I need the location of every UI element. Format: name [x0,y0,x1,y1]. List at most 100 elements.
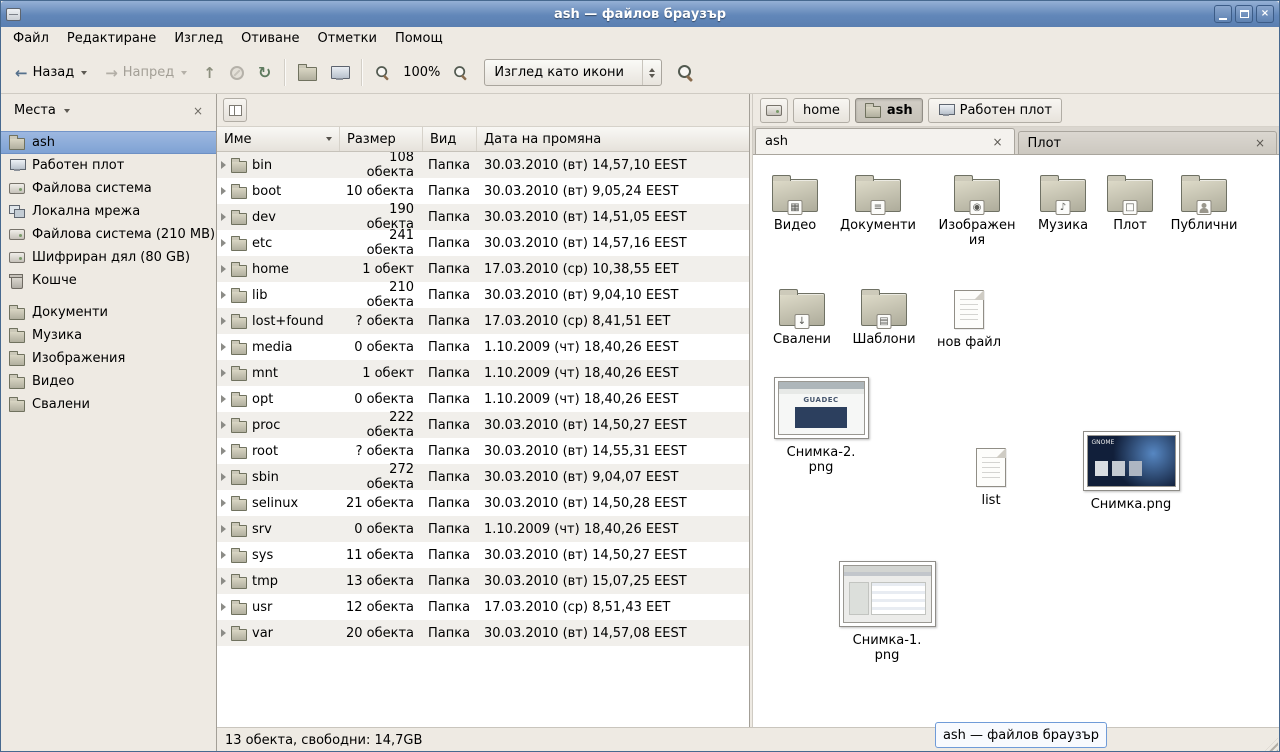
table-row[interactable]: var20 обектаПапка30.03.2010 (вт) 14,57,0… [217,620,749,646]
sidebar-item[interactable]: Документи [1,301,216,324]
expander-icon[interactable] [221,499,226,507]
sidebar-item[interactable]: Локална мрежа [1,200,216,223]
minimize-button[interactable] [1214,5,1232,23]
table-row[interactable]: tmp13 обектаПапка30.03.2010 (вт) 15,07,2… [217,568,749,594]
column-header-date[interactable]: Дата на промяна [477,127,749,151]
computer-button[interactable] [325,60,354,86]
forward-button[interactable]: → Напред [97,59,195,86]
breadcrumb-root[interactable] [760,98,788,123]
expander-icon[interactable] [221,577,226,585]
expander-icon[interactable] [221,187,226,195]
table-row[interactable]: home1 обектПапка17.03.2010 (ср) 10,38,55… [217,256,749,282]
expander-icon[interactable] [221,317,226,325]
table-row[interactable]: usr12 обектаПапка17.03.2010 (ср) 8,51,43… [217,594,749,620]
icon-view-item[interactable]: Снимка-1.png [841,561,933,663]
breadcrumb-3[interactable]: Работен плот [928,98,1062,123]
column-header-type[interactable]: Вид [423,127,477,151]
tab-close-icon[interactable]: × [1253,136,1267,150]
titlebar[interactable]: ash — файлов браузър × [1,1,1279,27]
icon-view-item[interactable]: Снимка-2.png [775,377,867,475]
expander-icon[interactable] [221,161,226,169]
expander-icon[interactable] [221,525,226,533]
expander-icon[interactable] [221,265,226,273]
tooltip-text: ash — файлов браузър [943,728,1099,743]
icon-view-item[interactable]: ▤Шаблони [838,287,930,347]
table-row[interactable]: sbin272 обектаПапка30.03.2010 (вт) 9,04,… [217,464,749,490]
expander-icon[interactable] [221,369,226,377]
table-row[interactable]: root? обектаПапка30.03.2010 (вт) 14,55,3… [217,438,749,464]
reload-button[interactable]: ↻ [252,60,277,86]
sidebar-item[interactable]: Файлова система (210 MB) [1,223,216,246]
expander-icon[interactable] [221,629,226,637]
icon-view-item[interactable]: ▦Видео [753,173,841,233]
places-selector[interactable]: Места [10,100,74,121]
sidebar-item[interactable]: Свалени [1,393,216,416]
menu-item-2[interactable]: Редактиране [58,27,165,52]
expander-icon[interactable] [221,551,226,559]
expander-icon[interactable] [221,213,226,221]
sidebar-close-button[interactable]: × [189,102,207,120]
table-row[interactable]: boot10 обектаПапка30.03.2010 (вт) 9,05,2… [217,178,749,204]
table-row[interactable]: opt0 обектаПапка1.10.2009 (чт) 18,40,26 … [217,386,749,412]
table-row[interactable]: selinux21 обектаПапка30.03.2010 (вт) 14,… [217,490,749,516]
sidebar-item[interactable]: Музика [1,324,216,347]
table-row[interactable]: mnt1 обектПапка1.10.2009 (чт) 18,40,26 E… [217,360,749,386]
tab-close-icon[interactable]: × [990,135,1004,149]
icon-view-item[interactable]: ≡Документи [832,173,924,233]
sidebar-item[interactable]: ash [1,131,216,154]
maximize-button[interactable] [1235,5,1253,23]
up-button[interactable]: ↑ [197,60,222,86]
expander-icon[interactable] [221,343,226,351]
expander-icon[interactable] [221,603,226,611]
close-button[interactable]: × [1256,5,1274,23]
icon-view-item[interactable]: Снимка.png [1085,431,1177,512]
resize-grip[interactable] [1264,738,1278,752]
breadcrumb-1[interactable]: home [793,98,850,123]
table-row[interactable]: media0 обектаПапка1.10.2009 (чт) 18,40,2… [217,334,749,360]
table-row[interactable]: etc241 обектаПапка30.03.2010 (вт) 14,57,… [217,230,749,256]
icon-view-item[interactable]: Публични [1158,173,1250,233]
table-row[interactable]: proc222 обектаПапка30.03.2010 (вт) 14,50… [217,412,749,438]
search-button[interactable] [672,59,699,86]
table-row[interactable]: sys11 обектаПапка30.03.2010 (вт) 14,50,2… [217,542,749,568]
icon-canvas[interactable]: ▦Видео≡Документи◉Изображения♪Музика□Плот… [753,155,1279,727]
expander-icon[interactable] [221,395,226,403]
menu-item-4[interactable]: Отиване [232,27,308,52]
breadcrumb-2[interactable]: ash [855,98,923,123]
home-button[interactable] [292,58,323,87]
sidebar-item[interactable]: Работен плот [1,154,216,177]
table-row[interactable]: dev190 обектаПапка30.03.2010 (вт) 14,51,… [217,204,749,230]
menu-item-1[interactable]: Файл [4,27,58,52]
pane-view-toggle-button[interactable] [223,98,247,122]
stop-button[interactable] [224,60,250,86]
menu-item-3[interactable]: Изглед [165,27,232,52]
expander-icon[interactable] [221,239,226,247]
zoom-out-button[interactable] [369,59,396,86]
icon-view-item[interactable]: нов файл [923,287,1015,350]
expander-icon[interactable] [221,473,226,481]
menu-item-6[interactable]: Помощ [386,27,452,52]
back-button[interactable]: ← Назад [7,59,95,86]
column-header-size[interactable]: Размер [340,127,423,151]
tab-2[interactable]: Плот× [1018,131,1278,154]
column-header-name[interactable]: Име [217,127,340,151]
sidebar-item[interactable]: Изображения [1,347,216,370]
sidebar-item[interactable]: Кошче [1,269,216,292]
menu-item-5[interactable]: Отметки [308,27,385,52]
icon-view-item[interactable]: ↓Свалени [756,287,848,347]
sidebar-item[interactable]: Файлова система [1,177,216,200]
table-row[interactable]: lib210 обектаПапка30.03.2010 (вт) 9,04,1… [217,282,749,308]
expander-icon[interactable] [221,447,226,455]
table-row[interactable]: lost+found? обектаПапка17.03.2010 (ср) 8… [217,308,749,334]
table-row[interactable]: bin108 обектаПапка30.03.2010 (вт) 14,57,… [217,152,749,178]
table-row[interactable]: srv0 обектаПапка1.10.2009 (чт) 18,40,26 … [217,516,749,542]
sidebar-item[interactable]: Видео [1,370,216,393]
expander-icon[interactable] [221,291,226,299]
icon-view-item[interactable]: list [945,445,1037,508]
view-mode-select[interactable]: Изглед като икони [484,59,662,86]
expander-icon[interactable] [221,421,226,429]
tab-1[interactable]: ash× [755,128,1015,154]
zoom-in-button[interactable] [447,59,474,86]
sidebar-item[interactable]: Шифриран дял (80 GB) [1,246,216,269]
icon-view-item[interactable]: ◉Изображения [931,173,1023,248]
